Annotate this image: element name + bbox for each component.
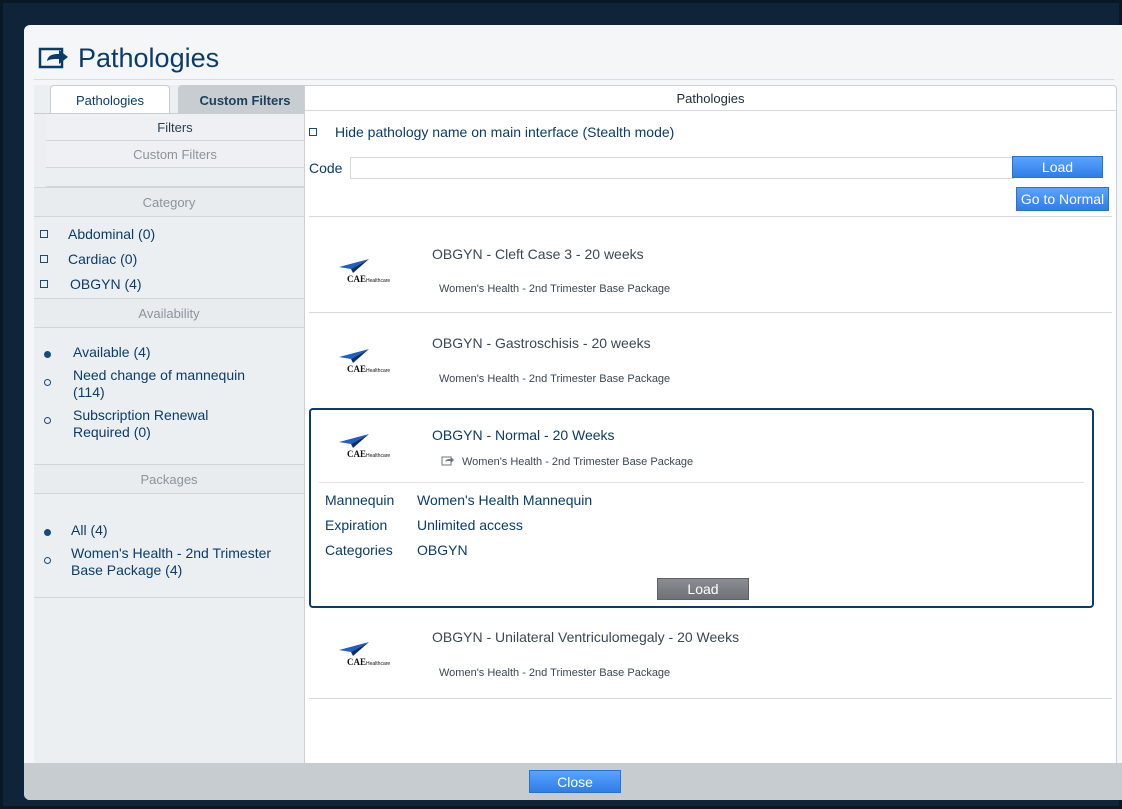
expiration-value: Unlimited access	[417, 517, 523, 533]
code-input[interactable]	[350, 157, 1014, 179]
panel-header: Pathologies	[305, 86, 1116, 111]
tab-custom-filters[interactable]: Custom Filters	[178, 85, 312, 114]
svg-text:Healthcare: Healthcare	[366, 661, 390, 667]
filters-heading[interactable]: Filters	[46, 114, 304, 141]
packages-header: Packages	[34, 464, 304, 494]
mannequin-label: Mannequin	[325, 492, 395, 508]
cae-logo-icon: CAE Healthcare	[339, 434, 390, 459]
dialog-title-row: Pathologies	[38, 41, 219, 75]
svg-text:Healthcare: Healthcare	[366, 278, 390, 284]
checkbox[interactable]	[40, 279, 48, 288]
dialog-footer: Close	[24, 763, 1122, 800]
custom-filters-heading[interactable]: Custom Filters	[46, 141, 304, 168]
svg-text:CAE: CAE	[347, 274, 366, 284]
details-divider	[319, 482, 1084, 483]
pathology-title: OBGYN - Gastroschisis - 20 weeks	[432, 335, 651, 351]
categories-value: OBGYN	[417, 542, 468, 558]
category-obgyn[interactable]: OBGYN (4)	[34, 271, 304, 296]
radio-button[interactable]	[44, 529, 51, 536]
divider	[309, 698, 1112, 699]
pathology-item[interactable]: CAE Healthcare OBGYN - Cleft Case 3 - 20…	[309, 217, 1096, 312]
cae-logo-icon: CAE Healthcare	[339, 259, 390, 284]
title-divider	[34, 79, 1114, 80]
package-arrow-icon	[441, 456, 454, 466]
stealth-mode-option[interactable]: Hide pathology name on main interface (S…	[309, 124, 674, 140]
radio-button[interactable]	[44, 557, 51, 564]
category-label: Abdominal (0)	[68, 225, 156, 242]
page-title: Pathologies	[78, 42, 220, 73]
share-arrow-icon	[38, 47, 68, 69]
pathology-title: OBGYN - Unilateral Ventriculomegaly - 20…	[432, 629, 740, 645]
svg-text:CAE: CAE	[347, 449, 366, 459]
availability-need-change[interactable]: Need change of mannequin (114)	[34, 367, 304, 401]
expiration-label: Expiration	[325, 517, 388, 533]
pathology-title: OBGYN - Cleft Case 3 - 20 weeks	[432, 246, 644, 262]
checkbox[interactable]	[40, 254, 48, 263]
code-label: Code	[309, 160, 343, 176]
category-label: OBGYN (4)	[70, 275, 142, 292]
checkbox[interactable]	[40, 229, 48, 238]
pathology-package: Women's Health - 2nd Trimester Base Pack…	[439, 283, 671, 295]
category-abdominal[interactable]: Abdominal (0)	[34, 221, 304, 246]
availability-available[interactable]: Available (4)	[34, 344, 304, 361]
pathology-list-panel: Pathologies Hide pathology name on main …	[304, 85, 1117, 767]
availability-subscription[interactable]: Subscription Renewal Required (0)	[34, 407, 304, 441]
radio-button[interactable]	[44, 351, 51, 358]
filter-panel-body: Filters Custom Filters Category Abdomina…	[34, 113, 304, 765]
svg-text:Healthcare: Healthcare	[366, 453, 390, 459]
package-label: All (4)	[71, 522, 108, 538]
stealth-label: Hide pathology name on main interface (S…	[335, 124, 675, 140]
package-all[interactable]: All (4)	[34, 522, 304, 539]
availability-label: Available (4)	[73, 344, 151, 360]
filter-tabs: Pathologies Custom Filters	[50, 85, 312, 114]
pathology-package: Women's Health - 2nd Trimester Base Pack…	[462, 456, 694, 468]
categories-label: Categories	[325, 542, 393, 558]
filters-spacer	[46, 168, 304, 187]
svg-text:CAE: CAE	[347, 657, 366, 667]
availability-label: Subscription Renewal Required (0)	[73, 407, 209, 440]
pathologies-dialog: Pathologies Pathologies Custom Filters F…	[24, 25, 1122, 800]
filter-panel: Pathologies Custom Filters Filters Custo…	[34, 85, 312, 765]
category-label: Cardiac (0)	[68, 250, 138, 267]
availability-label: Need change of mannequin (114)	[73, 367, 246, 400]
package-label: Women's Health - 2nd Trimester Base Pack…	[71, 545, 272, 578]
pathology-item-selected[interactable]: CAE Healthcare OBGYN - Normal - 20 Weeks…	[309, 408, 1094, 608]
svg-text:CAE: CAE	[347, 364, 366, 374]
cae-logo-icon: CAE Healthcare	[339, 349, 390, 374]
mannequin-value: Women's Health Mannequin	[417, 492, 593, 508]
pathology-package: Women's Health - 2nd Trimester Base Pack…	[439, 667, 671, 679]
radio-button[interactable]	[44, 417, 51, 424]
category-cardiac[interactable]: Cardiac (0)	[34, 246, 304, 271]
radio-button[interactable]	[44, 379, 51, 386]
package-womens-health[interactable]: Women's Health - 2nd Trimester Base Pack…	[34, 545, 304, 579]
pathology-title: OBGYN - Normal - 20 Weeks	[432, 427, 615, 443]
pathology-item[interactable]: CAE Healthcare OBGYN - Unilateral Ventri…	[309, 613, 1096, 698]
go-to-normal-button[interactable]: Go to Normal	[1016, 187, 1109, 211]
pathology-item[interactable]: CAE Healthcare OBGYN - Gastroschisis - 2…	[309, 313, 1096, 403]
cae-logo-icon: CAE Healthcare	[339, 642, 390, 667]
pathology-package: Women's Health - 2nd Trimester Base Pack…	[439, 373, 671, 385]
category-header: Category	[34, 187, 304, 217]
stealth-checkbox[interactable]	[309, 128, 317, 136]
pathology-load-button[interactable]: Load	[657, 578, 749, 600]
availability-header: Availability	[34, 298, 304, 328]
svg-text:Healthcare: Healthcare	[366, 368, 390, 374]
close-button[interactable]: Close	[529, 770, 621, 793]
code-load-button[interactable]: Load	[1012, 156, 1103, 178]
tab-pathologies[interactable]: Pathologies	[50, 85, 170, 114]
